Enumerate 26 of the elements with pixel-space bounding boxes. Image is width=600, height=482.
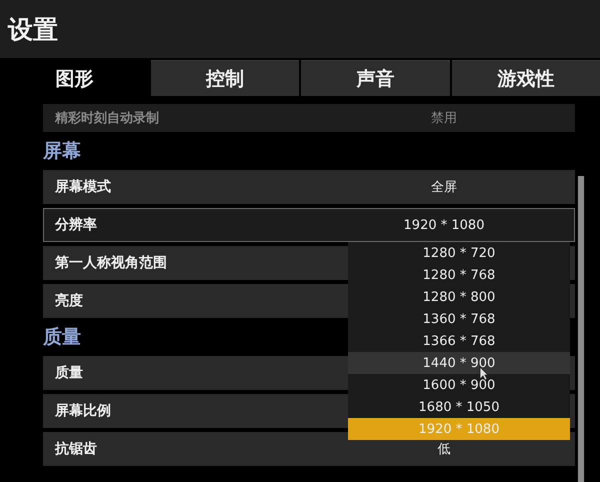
tab[interactable]: 控制 bbox=[150, 60, 299, 96]
setting-label: 屏幕模式 bbox=[55, 178, 111, 196]
dropdown-option[interactable]: 1440 * 900 bbox=[348, 352, 570, 374]
setting-row[interactable]: 分辨率 1920 * 1080 bbox=[43, 208, 575, 242]
dropdown-option[interactable]: 1366 * 768 bbox=[348, 330, 570, 352]
setting-value: 全屏 bbox=[431, 181, 457, 194]
setting-label: 第一人称视角范围 bbox=[55, 254, 167, 272]
setting-label: 屏幕比例 bbox=[55, 402, 111, 420]
setting-row[interactable]: 抗锯齿 低 bbox=[43, 432, 575, 466]
window-title: 设置 bbox=[8, 14, 58, 46]
dropdown-option[interactable]: 1680 * 1050 bbox=[348, 396, 570, 418]
setting-label: 质量 bbox=[55, 364, 83, 382]
cursor-icon bbox=[479, 366, 489, 381]
tab[interactable]: 游戏性 bbox=[452, 60, 600, 96]
section-heading: 质量 bbox=[43, 325, 81, 350]
section-heading: 屏幕 bbox=[43, 139, 81, 164]
setting-value: 1920 * 1080 bbox=[404, 219, 484, 232]
setting-value: 低 bbox=[438, 443, 450, 456]
dropdown-option[interactable]: 1280 * 800 bbox=[348, 286, 570, 308]
setting-label: 精彩时刻自动录制 bbox=[55, 110, 159, 127]
tab[interactable]: 声音 bbox=[301, 60, 450, 96]
setting-value: 禁用 bbox=[431, 110, 457, 127]
setting-label: 亮度 bbox=[55, 292, 83, 310]
setting-label: 抗锯齿 bbox=[55, 440, 97, 458]
setting-label: 分辨率 bbox=[55, 216, 97, 234]
setting-row[interactable]: 屏幕模式 全屏 bbox=[43, 170, 575, 204]
